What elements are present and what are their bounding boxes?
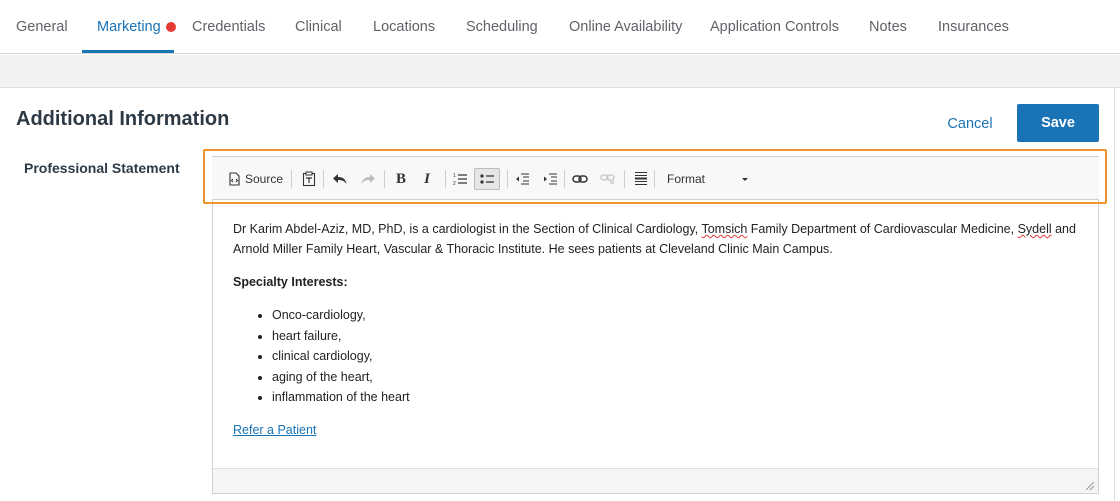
list-item: Onco-cardiology, xyxy=(272,305,1083,326)
redo-icon xyxy=(358,169,378,189)
bio-paragraph: Dr Karim Abdel-Aziz, MD, PhD, is a cardi… xyxy=(233,222,1076,256)
interests-list: Onco-cardiology, heart failure, clinical… xyxy=(272,305,1083,408)
tab-notes[interactable]: Notes xyxy=(869,0,907,54)
tab-insurances[interactable]: Insurances xyxy=(938,0,1009,54)
resize-handle-icon[interactable] xyxy=(1083,478,1095,491)
unsaved-indicator-dot xyxy=(165,22,176,32)
numbered-list-icon: 12 xyxy=(450,169,470,189)
tab-application-controls[interactable]: Application Controls xyxy=(710,0,839,54)
source-button[interactable]: Source xyxy=(227,169,283,189)
unlink-button[interactable] xyxy=(598,169,618,189)
tab-marketing-label: Marketing xyxy=(97,19,161,35)
save-button[interactable]: Save xyxy=(1017,104,1099,142)
redo-button[interactable] xyxy=(358,169,378,189)
tab-general[interactable]: General xyxy=(16,0,68,54)
tab-bar: General Marketing Credentials Clinical L… xyxy=(0,0,1120,54)
specialty-heading: Specialty Interests: xyxy=(233,275,348,289)
toolbar-separator xyxy=(564,170,565,188)
cancel-button[interactable]: Cancel xyxy=(936,110,1004,138)
source-label: Source xyxy=(245,172,284,186)
paste-text-button[interactable] xyxy=(299,169,319,189)
tab-credentials[interactable]: Credentials xyxy=(192,0,265,54)
bulleted-list-button[interactable] xyxy=(474,168,500,190)
active-tab-indicator xyxy=(82,50,174,53)
link-button[interactable] xyxy=(570,169,590,189)
section-divider-strip xyxy=(0,55,1120,88)
bold-icon: B xyxy=(395,170,406,187)
toolbar-separator xyxy=(507,170,508,188)
editor-toolbar: Source B I 12 Format xyxy=(212,157,1099,200)
outdent-button[interactable] xyxy=(512,169,532,189)
paste-text-icon xyxy=(299,169,319,189)
tab-locations[interactable]: Locations xyxy=(373,0,435,54)
chevron-down-icon xyxy=(735,169,755,189)
misspelled-word: Sydell xyxy=(1017,222,1052,236)
tab-online-availability[interactable]: Online Availability xyxy=(569,0,682,54)
editor-status-bar xyxy=(213,468,1098,493)
editor-content[interactable]: Dr Karim Abdel-Aziz, MD, PhD, is a cardi… xyxy=(233,219,1083,453)
list-item: heart failure, xyxy=(272,326,1083,347)
svg-text:2: 2 xyxy=(453,181,456,186)
undo-button[interactable] xyxy=(330,169,350,189)
svg-text:1: 1 xyxy=(453,173,456,179)
toolbar-separator xyxy=(654,170,655,188)
tab-marketing[interactable]: Marketing xyxy=(97,0,176,54)
list-item: aging of the heart, xyxy=(272,367,1083,388)
toolbar-separator xyxy=(624,170,625,188)
professional-statement-label: Professional Statement xyxy=(24,160,180,176)
numbered-list-button[interactable]: 12 xyxy=(450,169,470,189)
misspelled-word: Tomsich xyxy=(701,222,748,236)
toolbar-separator xyxy=(384,170,385,188)
bold-button[interactable]: B xyxy=(391,169,411,189)
unlink-icon xyxy=(598,169,618,189)
bulleted-list-icon xyxy=(474,168,500,190)
toolbar-separator xyxy=(291,170,292,188)
toolbar-separator xyxy=(445,170,446,188)
source-icon xyxy=(227,169,241,189)
indent-icon xyxy=(540,169,560,189)
toolbar-separator xyxy=(323,170,324,188)
format-dropdown[interactable]: Format xyxy=(667,169,748,189)
list-item: clinical cardiology, xyxy=(272,346,1083,367)
italic-button[interactable]: I xyxy=(417,169,437,189)
link-icon xyxy=(570,169,590,189)
tab-clinical[interactable]: Clinical xyxy=(295,0,342,54)
list-item: inflammation of the heart xyxy=(272,387,1083,408)
horizontal-rule-button[interactable] xyxy=(631,169,651,189)
format-label: Format xyxy=(667,172,706,186)
undo-icon xyxy=(330,169,350,189)
tab-scheduling[interactable]: Scheduling xyxy=(466,0,538,54)
section-title: Additional Information xyxy=(16,108,230,130)
refer-patient-link[interactable]: Refer a Patient xyxy=(233,423,316,437)
outdent-icon xyxy=(512,169,532,189)
indent-button[interactable] xyxy=(540,169,560,189)
horizontal-rule-icon xyxy=(631,169,651,189)
italic-icon: I xyxy=(424,170,430,187)
